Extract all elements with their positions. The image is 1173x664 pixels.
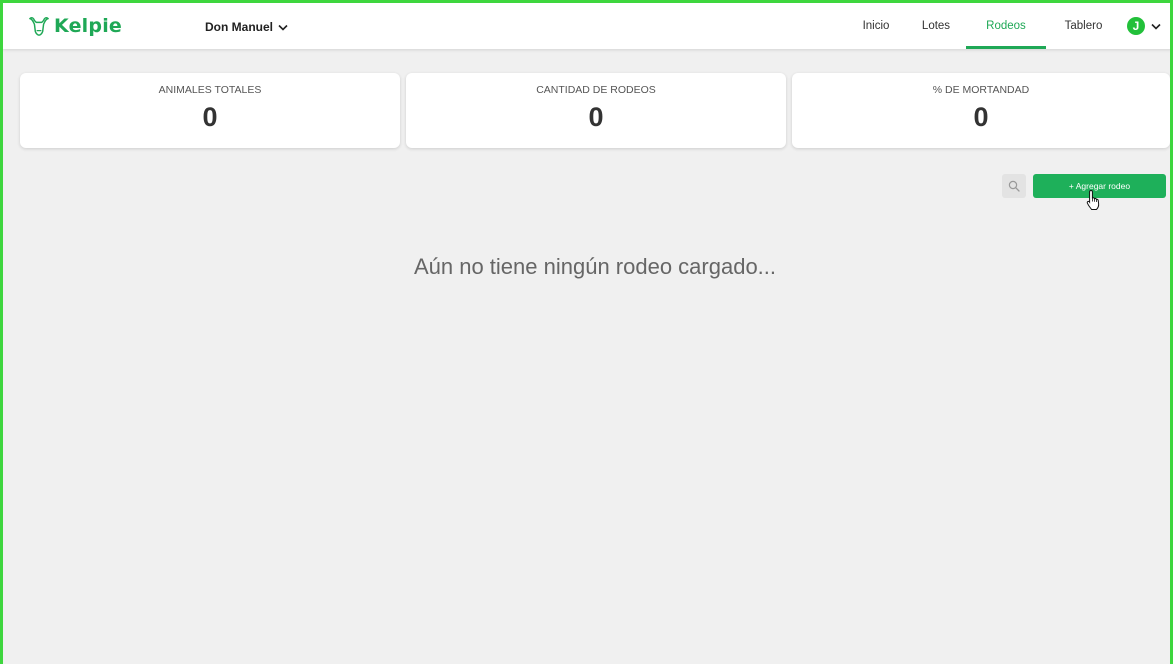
empty-state-message: Aún no tiene ningún rodeo cargado... [413, 254, 777, 279]
stat-label: ANIMALES TOTALES [158, 84, 262, 96]
stat-card-rodeos: CANTIDAD DE RODEOS 0 [406, 73, 786, 148]
nav-item-label: Inicio [862, 20, 890, 32]
search-button[interactable] [1002, 174, 1026, 198]
search-icon [1008, 180, 1020, 192]
stat-value: 0 [973, 102, 989, 132]
nav-item-lotes[interactable]: Lotes [906, 3, 966, 49]
user-menu[interactable]: J [1121, 3, 1173, 49]
top-navbar: Kelpie Don Manuel Inicio Lotes Rodeos Ta… [3, 3, 1173, 49]
nav-item-label: Tablero [1064, 20, 1103, 32]
stat-value: 0 [588, 102, 604, 132]
nav-item-tablero[interactable]: Tablero [1046, 3, 1121, 49]
brand-name: Kelpie [54, 15, 122, 37]
farm-selector-label: Don Manuel [205, 20, 273, 34]
brand-logo[interactable]: Kelpie [28, 15, 122, 37]
avatar: J [1127, 17, 1145, 35]
stat-value: 0 [202, 102, 218, 132]
nav-item-label: Lotes [921, 20, 951, 32]
main-nav: Inicio Lotes Rodeos Tablero J [846, 3, 1173, 49]
nav-item-rodeos[interactable]: Rodeos [966, 3, 1046, 49]
stat-label: CANTIDAD DE RODEOS [536, 84, 656, 96]
nav-item-inicio[interactable]: Inicio [846, 3, 906, 49]
stat-card-mortandad: % DE MORTANDAD 0 [792, 73, 1170, 148]
chevron-down-icon [278, 24, 288, 31]
stat-label: % DE MORTANDAD [932, 84, 1030, 96]
hand-pointer-icon [1086, 189, 1100, 210]
stat-card-animales: ANIMALES TOTALES 0 [20, 73, 400, 148]
farm-selector[interactable]: Don Manuel [205, 20, 288, 34]
chevron-down-icon [1151, 23, 1161, 30]
nav-item-label: Rodeos [986, 20, 1026, 32]
cow-head-icon [29, 16, 49, 36]
